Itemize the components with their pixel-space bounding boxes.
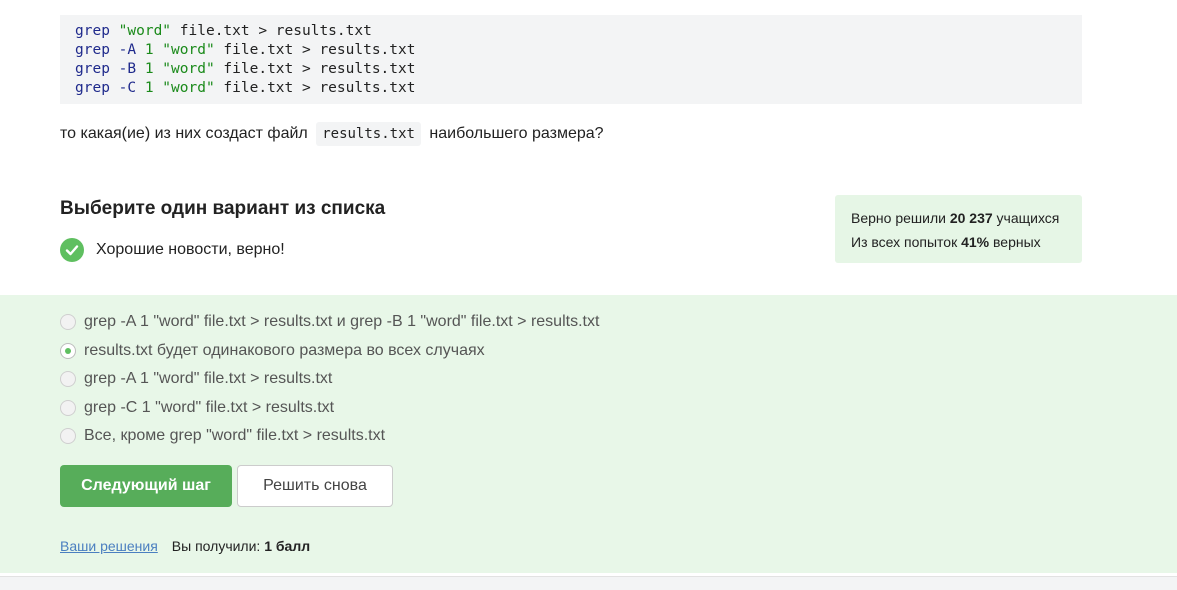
option-label: results.txt будет одинакового размера во… (84, 342, 485, 359)
bottom-bar (0, 576, 1177, 590)
status-message: Хорошие новости, верно! (60, 238, 285, 262)
option-label: Все, кроме grep "word" file.txt > result… (84, 427, 386, 444)
inline-code: results.txt (316, 122, 421, 146)
code-pattern: "word" (153, 80, 215, 96)
score-label: Вы получили: (171, 538, 261, 554)
question-text: то какая(ие) из них создаст файл results… (60, 122, 604, 146)
option-2[interactable]: results.txt будет одинакового размера во… (60, 342, 485, 360)
code-line: grep -B 1 "word" file.txt > results.txt (75, 60, 1067, 79)
code-pattern: "word" (118, 23, 172, 39)
code-command: grep (75, 42, 110, 58)
code-command: grep (75, 23, 110, 39)
stats-attempts-percent: 41% (961, 234, 990, 250)
code-rest: file.txt > results.txt (214, 42, 416, 58)
stats-solved: Верно решили 20 237 учащихся (851, 206, 1066, 230)
code-flag: -C (109, 80, 145, 96)
code-flag: -B (109, 61, 145, 77)
code-line: grep -A 1 "word" file.txt > results.txt (75, 41, 1067, 60)
code-rest: file.txt > results.txt (214, 61, 416, 77)
stats-box: Верно решили 20 237 учащихся Из всех поп… (835, 195, 1082, 263)
question-prefix: то какая(ие) из них создаст файл (60, 125, 308, 142)
code-number: 1 (144, 61, 154, 77)
stats-attempts-label: Из всех попыток (851, 234, 958, 250)
section-title: Выберите один вариант из списка (60, 198, 386, 219)
option-label: grep -A 1 "word" file.txt > results.txt (84, 370, 333, 387)
code-rest: file.txt > results.txt (171, 23, 372, 39)
radio-button[interactable] (60, 314, 76, 330)
code-number: 1 (144, 42, 154, 58)
stats-solved-label: Верно решили (851, 210, 946, 226)
code-number: 1 (144, 80, 154, 96)
check-icon (60, 238, 84, 262)
code-block: grep "word" file.txt > results.txt grep -… (60, 15, 1082, 104)
radio-button-selected[interactable] (60, 343, 76, 359)
code-line: grep "word" file.txt > results.txt (75, 22, 1067, 41)
code-command: grep (75, 80, 110, 96)
code-line: grep -C 1 "word" file.txt > results.txt (75, 79, 1067, 98)
option-5[interactable]: Все, кроме grep "word" file.txt > result… (60, 427, 385, 445)
code-flag: -A (109, 42, 145, 58)
stats-solved-count: 20 237 (949, 210, 993, 226)
solve-again-button[interactable]: Решить снова (237, 465, 393, 507)
option-label: grep -C 1 "word" file.txt > results.txt (84, 399, 335, 416)
stats-solved-unit: учащихся (996, 210, 1060, 226)
option-label: grep -A 1 "word" file.txt > results.txt … (84, 313, 600, 330)
code-pattern: "word" (153, 61, 215, 77)
status-text: Хорошие новости, верно! (96, 241, 285, 258)
code-command: grep (75, 61, 110, 77)
code-rest: file.txt > results.txt (214, 80, 416, 96)
stats-attempts: Из всех попыток 41% верных (851, 230, 1066, 254)
stats-attempts-unit: верных (993, 234, 1041, 250)
radio-button[interactable] (60, 371, 76, 387)
next-step-button[interactable]: Следующий шаг (60, 465, 232, 507)
option-3[interactable]: grep -A 1 "word" file.txt > results.txt (60, 370, 332, 388)
code-pattern: "word" (153, 42, 215, 58)
question-suffix: наибольшего размера? (429, 125, 604, 142)
radio-button[interactable] (60, 428, 76, 444)
radio-button[interactable] (60, 400, 76, 416)
footer-row: Ваши решения Вы получили: 1 балл (60, 538, 310, 554)
solutions-link[interactable]: Ваши решения (60, 538, 158, 554)
option-1[interactable]: grep -A 1 "word" file.txt > results.txt … (60, 313, 599, 331)
score-value: 1 балл (264, 538, 311, 554)
option-4[interactable]: grep -C 1 "word" file.txt > results.txt (60, 399, 334, 417)
